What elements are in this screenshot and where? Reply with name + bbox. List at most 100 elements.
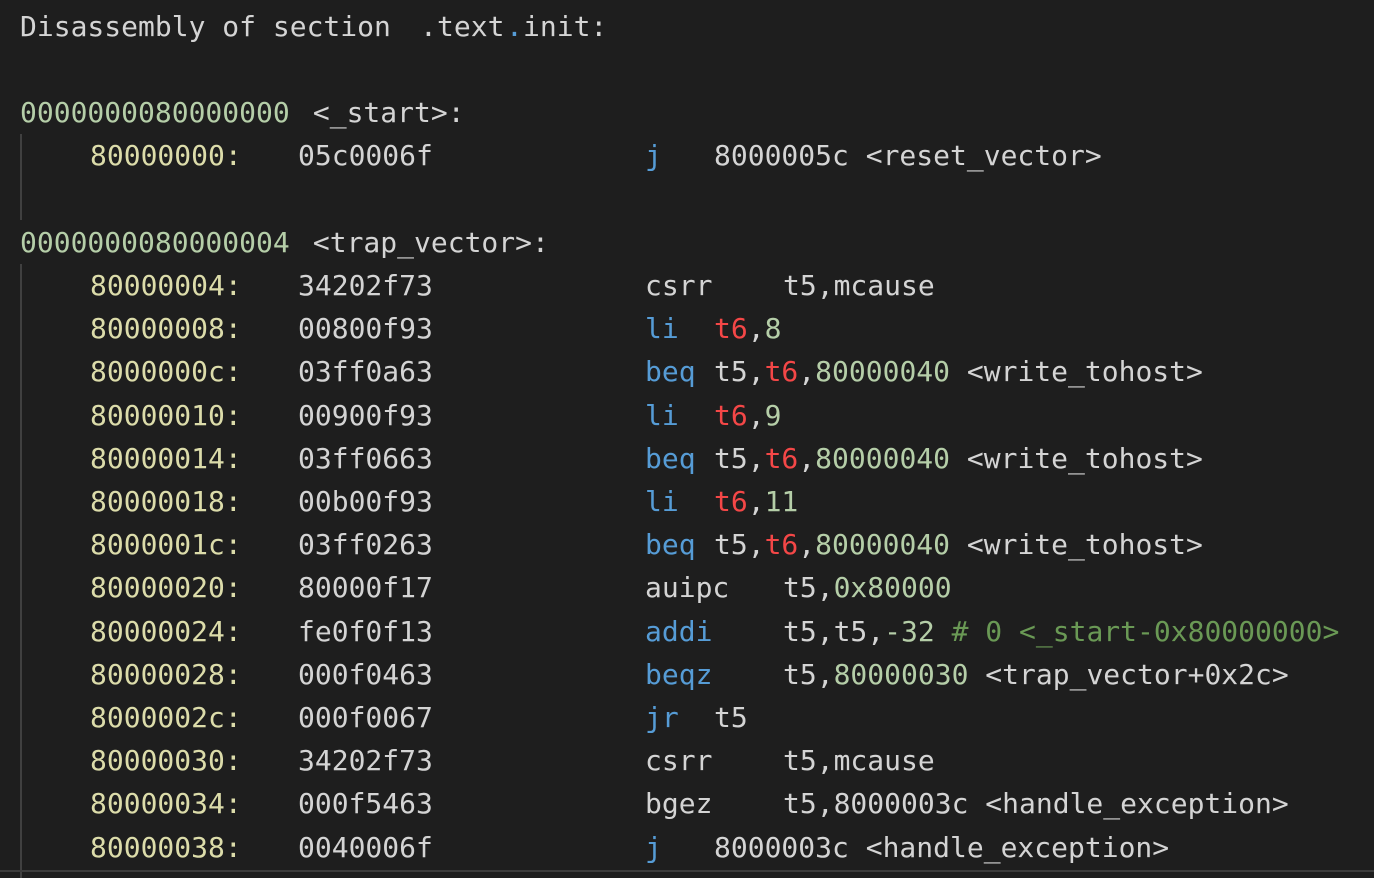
instruction-address: 80000020: <box>90 571 242 604</box>
operand-token: -32 <box>884 615 935 648</box>
instruction-row: 80000008: 00800f93 li t6,8 <box>0 307 1374 350</box>
instruction-hex: 00b00f93 <box>298 485 433 518</box>
instruction-mnemonic: beq <box>645 528 696 561</box>
instruction-operands: t5,t6,80000040 <write_tohost> <box>714 437 1203 480</box>
instruction-row: 80000004: 34202f73 csrr t5,mcause <box>0 264 1374 307</box>
instruction-hex: 000f5463 <box>298 787 433 820</box>
instruction-address: 80000004: <box>90 269 242 302</box>
instruction-mnemonic: beq <box>645 355 696 388</box>
instruction-hex: 03ff0663 <box>298 442 433 475</box>
operand-token: t6 <box>714 485 748 518</box>
operand-token: 8 <box>764 312 782 345</box>
instruction-address: 80000038: <box>90 831 242 864</box>
instruction-operands: t5,0x80000 <box>783 566 952 609</box>
instruction-row: 8000000c: 03ff0a63 beq t5,t6,80000040 <writ… <box>0 350 1374 393</box>
function-label-trap-vector: 0000000080000004 <trap_vector>: <box>0 221 1374 264</box>
instruction-comment: # 0 <_start-0x80000000> <box>934 615 1340 648</box>
instruction-hex: 03ff0263 <box>298 528 433 561</box>
instruction-mnemonic: j <box>645 831 662 864</box>
operand-token: 80000040 <box>815 355 951 388</box>
instruction-hex: 00800f93 <box>298 312 433 345</box>
instruction-hex: 0040006f <box>298 831 433 864</box>
instruction-mnemonic: jr <box>645 701 679 734</box>
operand-token: , <box>747 485 765 518</box>
instruction-row: 80000030: 34202f73 csrr t5,mcause <box>0 739 1374 782</box>
instruction-hex: 34202f73 <box>298 744 433 777</box>
section-header-dot: . <box>506 10 523 43</box>
operand-token: 0x80000 <box>833 571 952 604</box>
instruction-mnemonic: bgez <box>645 787 713 820</box>
instruction-operands: 8000003c <handle_exception> <box>714 826 1169 869</box>
bottom-divider <box>0 870 1374 872</box>
instruction-mnemonic: csrr <box>645 269 713 302</box>
instruction-operands: t5,t6,80000040 <write_tohost> <box>714 350 1203 393</box>
function-symbol: <trap_vector>: <box>296 226 549 259</box>
operand-token: t5,mcause <box>783 269 935 302</box>
operand-token: t5, <box>783 571 834 604</box>
operand-token: <write_tohost> <box>950 355 1203 388</box>
operand-token: t6 <box>714 399 748 432</box>
instruction-hex: 03ff0a63 <box>298 355 433 388</box>
instruction-row: 8000001c: 03ff0263 beq t5,t6,80000040 <writ… <box>0 523 1374 566</box>
operand-token: , <box>798 355 816 388</box>
instruction-address: 80000024: <box>90 615 242 648</box>
instruction-row: 80000018: 00b00f93 li t6,11 <box>0 480 1374 523</box>
instruction-row: 80000014: 03ff0663 beq t5,t6,80000040 <writ… <box>0 437 1374 480</box>
instruction-row: 80000020: 80000f17 auipc t5,0x80000 <box>0 566 1374 609</box>
instruction-operands: t5,mcause <box>783 739 935 782</box>
instruction-hex: 34202f73 <box>298 269 433 302</box>
instruction-mnemonic: li <box>645 399 679 432</box>
instruction-hex: 00900f93 <box>298 399 433 432</box>
function-address: 0000000080000000 <box>20 96 290 129</box>
operand-token: , <box>798 528 816 561</box>
operand-token: 11 <box>764 485 799 518</box>
instruction-hex: 000f0463 <box>298 658 433 691</box>
instruction-address: 80000034: <box>90 787 242 820</box>
instruction-mnemonic: beq <box>645 442 696 475</box>
section-header-text: text <box>437 10 505 43</box>
instruction-address: 80000030: <box>90 744 242 777</box>
instruction-operands: t5,8000003c <handle_exception> <box>783 782 1289 825</box>
instruction-operands: t6,9 <box>714 394 781 437</box>
instruction-row: 80000034: 000f5463 bgez t5,8000003c <handle… <box>0 782 1374 825</box>
instruction-hex: 000f0067 <box>298 701 433 734</box>
instruction-address: 8000001c: <box>90 528 242 561</box>
instruction-operands: t5,80000030 <trap_vector+0x2c> <box>783 653 1289 696</box>
operand-token: t5, <box>714 442 765 475</box>
instruction-address: 80000018: <box>90 485 242 518</box>
instruction-mnemonic: li <box>645 485 679 518</box>
operand-token: t6 <box>714 312 748 345</box>
operand-token: <write_tohost> <box>950 442 1203 475</box>
instruction-row: 80000028: 000f0463 beqz t5,80000030 <trap_v… <box>0 653 1374 696</box>
instruction-mnemonic: auipc <box>645 571 730 604</box>
operand-token: 80000040 <box>815 442 951 475</box>
instruction-operands: t5,t5,-32 # 0 <_start-0x80000000> <box>783 610 1339 653</box>
instruction-address: 80000010: <box>90 399 242 432</box>
instruction-address: 80000000: <box>90 139 242 172</box>
section-header: Disassembly of section . text . init: <box>0 5 1374 48</box>
instruction-mnemonic: li <box>645 312 679 345</box>
instruction-address: 80000028: <box>90 658 242 691</box>
instruction-operands: t5,t6,80000040 <write_tohost> <box>714 523 1203 566</box>
disassembly-view: Disassembly of section . text . init: 00… <box>0 0 1374 878</box>
instruction-mnemonic: addi <box>645 615 713 648</box>
operand-token: t5, <box>714 355 765 388</box>
instruction-address: 80000014: <box>90 442 242 475</box>
function-symbol: <_start>: <box>296 96 465 129</box>
operand-token: , <box>747 399 765 432</box>
instruction-hex: 05c0006f <box>298 139 433 172</box>
operand-token: t6 <box>764 442 799 475</box>
operand-token: t5, <box>783 658 834 691</box>
operand-token: 80000040 <box>815 528 951 561</box>
instruction-row: 80000010: 00900f93 li t6,9 <box>0 394 1374 437</box>
instruction-address: 8000000c: <box>90 355 242 388</box>
operand-token: , <box>747 312 765 345</box>
section-header-init: init: <box>523 10 608 43</box>
instruction-operands: t6,8 <box>714 307 781 350</box>
operand-token: t5 <box>714 701 748 734</box>
instruction-row: 80000000: 05c0006f j 8000005c <reset_vector… <box>0 134 1374 177</box>
instruction-mnemonic: beqz <box>645 658 713 691</box>
operand-token: t5,t5, <box>783 615 885 648</box>
instruction-address: 80000008: <box>90 312 242 345</box>
operand-token: t6 <box>764 355 799 388</box>
